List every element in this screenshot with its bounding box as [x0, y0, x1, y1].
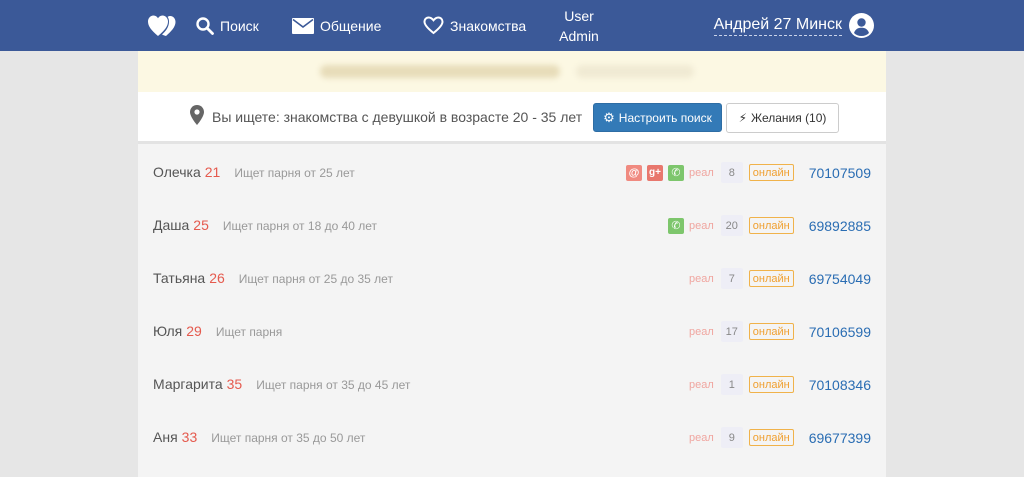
online-status-badge: онлайн: [748, 323, 794, 340]
profile-id-link[interactable]: 69892885: [809, 218, 871, 234]
search-criteria-text: Вы ищете: знакомства с девушкой в возрас…: [212, 109, 583, 125]
profile-seeks: Ищет парня от 18 до 40 лет: [222, 219, 378, 233]
photo-count-badge: 1: [720, 374, 743, 395]
main-content: Вы ищете: знакомства с девушкой в возрас…: [138, 51, 886, 477]
profile-summary: Даша 25 Ищет парня от 18 до 40 лет: [153, 199, 377, 253]
ad-blurred-text: [320, 65, 560, 78]
profile-meta: ✆ реал 20 онлайн 69892885: [667, 199, 871, 252]
profile-summary: Юля 29 Ищет парня: [153, 305, 282, 359]
configure-search-label: Настроить поиск: [618, 110, 712, 125]
top-navbar: Поиск Общение Знакомства User Admin Андр…: [0, 0, 1024, 51]
nav-user-admin[interactable]: User Admin: [548, 0, 610, 51]
search-icon: [196, 16, 214, 35]
nav-dating-label: Знакомства: [450, 17, 527, 34]
ad-banner[interactable]: [138, 51, 886, 92]
profile-summary: Маргарита 35 Ищет парня от 35 до 45 лет: [153, 358, 410, 412]
profile-meta: @ g+ ✆ реал 8 онлайн 70107509: [625, 146, 871, 199]
online-status-badge: онлайн: [748, 217, 794, 234]
profile-name[interactable]: Олечка: [153, 164, 201, 180]
photo-count-badge: 17: [720, 321, 743, 342]
profile-age: 21: [204, 164, 221, 180]
profile-meta: реал 9 онлайн 69677399: [689, 411, 871, 464]
profile-seeks: Ищет парня от 35 до 45 лет: [256, 378, 411, 392]
profile-id-link[interactable]: 69677399: [809, 430, 871, 446]
profile-name[interactable]: Татьяна: [153, 270, 205, 286]
real-badge: реал: [688, 431, 714, 444]
envelope-icon: [292, 17, 314, 34]
profile-list: Олечка 21 Ищет парня от 25 лет @ g+ ✆ реал 8 онл…: [138, 146, 886, 464]
real-badge: реал: [688, 325, 714, 338]
phone-icon: ✆: [667, 164, 684, 181]
profile-age: 26: [209, 270, 225, 286]
profile-id-link[interactable]: 70107509: [809, 165, 871, 181]
profile-summary: Аня 33 Ищет парня от 35 до 50 лет: [153, 411, 365, 465]
profile-seeks: Ищет парня: [215, 325, 283, 339]
profile-id-link[interactable]: 70106599: [809, 324, 871, 340]
wishes-label: Желания (10): [751, 111, 827, 125]
lightning-icon: ⚡: [738, 111, 748, 125]
real-badge: реал: [688, 166, 714, 179]
hearts-logo-icon[interactable]: [147, 13, 177, 39]
profile-id-link[interactable]: 70108346: [809, 377, 871, 393]
nav-user-line2: Admin: [559, 27, 599, 44]
profile-meta: реал 17 онлайн 70106599: [689, 305, 871, 358]
photo-count-badge: 20: [720, 215, 743, 236]
ad-blurred-text: [576, 65, 694, 78]
profile-seeks: Ищет парня от 35 до 50 лет: [211, 431, 366, 445]
profile-name[interactable]: Даша: [153, 217, 189, 233]
map-pin-icon: [190, 105, 204, 125]
profile-summary: Олечка 21 Ищет парня от 25 лет: [153, 146, 355, 200]
google-plus-icon: g+: [646, 164, 663, 181]
profile-row[interactable]: Маргарита 35 Ищет парня от 35 до 45 лет реа…: [138, 358, 886, 411]
wishes-button[interactable]: ⚡ Желания (10): [726, 103, 839, 133]
nav-dating[interactable]: Знакомства: [423, 0, 526, 51]
profile-row[interactable]: Аня 33 Ищет парня от 35 до 50 лет реал 9 онла…: [138, 411, 886, 464]
profile-row[interactable]: Юля 29 Ищет парня реал 17 онлайн 70106599: [138, 305, 886, 358]
profile-name[interactable]: Андрей 27 Минск: [713, 15, 842, 36]
profile-name[interactable]: Маргарита: [153, 376, 223, 392]
profile-name[interactable]: Юля: [153, 323, 182, 339]
real-badge: реал: [688, 378, 714, 391]
online-status-badge: онлайн: [748, 376, 794, 393]
profile-age: 25: [193, 217, 209, 233]
photo-count-badge: 7: [720, 268, 743, 289]
nav-profile[interactable]: Андрей 27 Минск: [713, 0, 874, 51]
profile-id-link[interactable]: 69754049: [809, 271, 871, 287]
nav-search[interactable]: Поиск: [196, 0, 259, 51]
photo-count-badge: 9: [720, 427, 743, 448]
profile-row[interactable]: Олечка 21 Ищет парня от 25 лет @ g+ ✆ реал 8 онл…: [138, 146, 886, 199]
search-summary-panel: Вы ищете: знакомства с девушкой в возрас…: [138, 92, 886, 144]
real-badge: реал: [688, 272, 714, 285]
profile-seeks: Ищет парня от 25 лет: [234, 166, 355, 180]
gear-icon: ⚙: [603, 109, 615, 125]
profile-age: 29: [186, 323, 202, 339]
heart-outline-icon: [423, 16, 444, 35]
nav-messages-label: Общение: [320, 17, 382, 34]
online-status-badge: онлайн: [748, 164, 794, 181]
configure-search-button[interactable]: ⚙ Настроить поиск: [593, 103, 722, 132]
profile-age: 35: [226, 376, 243, 392]
profile-meta: реал 7 онлайн 69754049: [689, 252, 871, 305]
profile-seeks: Ищет парня от 25 до 35 лет: [238, 272, 393, 286]
at-email-icon: @: [625, 164, 642, 181]
online-status-badge: онлайн: [748, 429, 794, 446]
online-status-badge: онлайн: [748, 270, 794, 287]
photo-count-badge: 8: [720, 162, 743, 183]
real-badge: реал: [688, 219, 714, 232]
profile-summary: Татьяна 26 Ищет парня от 25 до 35 лет: [153, 252, 393, 306]
profile-row[interactable]: Даша 25 Ищет парня от 18 до 40 лет ✆ реал 20 о…: [138, 199, 886, 252]
profile-row[interactable]: Татьяна 26 Ищет парня от 25 до 35 лет реал 7…: [138, 252, 886, 305]
phone-icon: ✆: [667, 217, 684, 234]
profile-meta: реал 1 онлайн 70108346: [689, 358, 871, 411]
nav-messages[interactable]: Общение: [292, 0, 381, 51]
profile-age: 33: [181, 429, 198, 445]
profile-name[interactable]: Аня: [153, 429, 178, 445]
nav-search-label: Поиск: [220, 17, 259, 34]
user-avatar-icon[interactable]: [849, 13, 874, 38]
nav-user-line1: User: [564, 7, 594, 24]
